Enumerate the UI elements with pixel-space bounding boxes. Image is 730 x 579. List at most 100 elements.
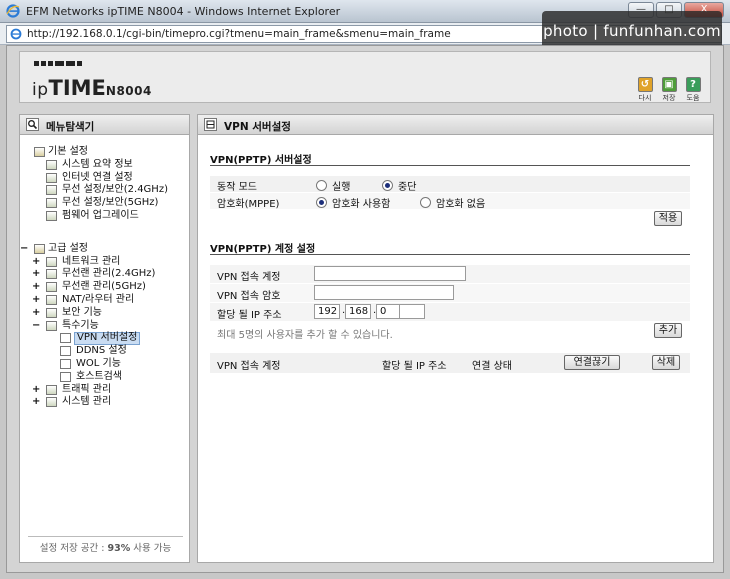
menu-explorer-header: 메뉴탐색기 [20,115,189,135]
vpn-password-input[interactable] [314,285,454,300]
page-icon [60,371,71,382]
page-icon [46,198,57,209]
expand-toggle[interactable]: + [32,384,40,397]
tree-item-network[interactable]: + 네트워크 관리 [26,256,186,269]
collapse-toggle[interactable]: − [20,243,28,256]
tree-item-special[interactable]: − 특수기능 [26,320,186,333]
folder-icon [46,294,57,305]
content-panel: VPN 서버설정 VPN(PPTP) 서버설정 동작 모드 실행 중단 암호화(… [197,114,714,563]
page-title: VPN 서버설정 [224,121,291,133]
tree-group-advanced[interactable]: − 고급 설정 [20,243,186,256]
storage-status: 설정 저장 공간 : 93% 사용 가능 [28,536,183,554]
account-password-row: VPN 접속 암호 [210,284,690,302]
page-icon [46,172,57,183]
tree-item-ddns[interactable]: DDNS 설정 [26,345,186,358]
tree-item-nat[interactable]: + NAT/라우터 관리 [26,294,186,307]
page-header: ipTIMEN8004 ↺ 다시 ▣ 저장 ? 도움 [19,51,711,103]
refresh-icon: ↺ [637,77,653,92]
account-table-header: VPN 접속 계정 할당 될 IP 주소 연결 상태 연결끊기 삭제 [210,353,690,373]
folder-icon [46,269,57,280]
page-icon [60,358,71,369]
ip-octet-1-input[interactable]: 192 [314,304,340,319]
page-icon [46,159,57,170]
refresh-button[interactable]: ↺ 다시 [636,77,654,103]
expand-toggle[interactable]: + [32,396,40,409]
collapse-toggle[interactable]: − [32,320,40,333]
assigned-ip-row: 할당 될 IP 주소 192 . 168 . 0 . [210,303,690,321]
content-header: VPN 서버설정 [198,115,713,135]
mail-folder-icon [46,384,57,395]
folder-open-icon [46,320,57,331]
expand-toggle[interactable]: + [32,281,40,294]
folder-settings-icon [34,243,45,254]
ip-octet-2-input[interactable]: 168 [345,304,371,319]
lock-folder-icon [46,307,57,318]
internet-explorer-icon [6,4,20,18]
tree-item-internet-setup[interactable]: 인터넷 연결 설정 [26,172,186,185]
account-id-row: VPN 접속 계정 [210,265,690,283]
encryption-on-radio[interactable]: 암호화 사용함 [316,195,390,210]
mode-run-radio[interactable]: 실행 [316,178,350,193]
tree-item-host-search[interactable]: 호스트검색 [26,371,186,384]
tree-item-wireless-5[interactable]: 무선 설정/보안(5GHz) [26,197,186,210]
column-connection-status: 연결 상태 [472,361,512,372]
add-button[interactable]: 추가 [654,323,682,338]
tree-group-basic[interactable]: 기본 설정 [26,146,186,159]
save-icon: ▣ [661,77,677,92]
account-section-title: VPN(PPTP) 계정 설정 [210,244,316,255]
radio-dot [316,180,327,191]
chart-folder-icon [46,397,57,408]
ip-octet-4-input[interactable] [399,304,425,319]
folder-settings-icon [34,147,45,157]
radio-dot-selected [316,197,327,208]
radio-dot-selected [382,180,393,191]
settings-page-icon [204,118,217,131]
tree-item-firmware[interactable]: 펌웨어 업그레이드 [26,210,186,223]
max-users-note: 최대 5명의 사용자를 추가 할 수 있습니다. [217,330,393,341]
tree-item-system-summary[interactable]: 시스템 요약 정보 [26,159,186,172]
tree-item-wol[interactable]: WOL 기능 [26,358,186,371]
menu-explorer-panel: 메뉴탐색기 기본 설정 시스템 요약 정보 인터넷 연결 설정 무선 설정/보안… [19,114,190,563]
tree-item-wlan-24[interactable]: + 무선랜 관리(2.4GHz) [26,268,186,281]
logo-dots [34,61,82,66]
search-icon [26,118,39,131]
tree-item-system[interactable]: + 시스템 관리 [26,396,186,409]
column-assigned-ip: 할당 될 IP 주소 [382,361,447,372]
divider [210,165,690,166]
menu-tree: 기본 설정 시스템 요약 정보 인터넷 연결 설정 무선 설정/보안(2.4GH… [20,146,186,409]
page-icon [60,346,71,357]
brand-logo: ipTIMEN8004 [32,76,152,100]
page-icon [46,210,57,221]
help-button[interactable]: ? 도움 [684,77,702,103]
folder-icon [46,282,57,293]
page-icon [46,185,57,196]
divider [210,254,690,255]
page-icon [60,333,71,344]
expand-toggle[interactable]: + [32,268,40,281]
router-admin-page: ipTIMEN8004 ↺ 다시 ▣ 저장 ? 도움 메뉴탐색기 기본 설정 시… [6,45,724,573]
page-icon [10,28,22,40]
server-section-title: VPN(PPTP) 서버설정 [210,155,312,166]
folder-icon [46,256,57,267]
url-text: http://192.168.0.1/cgi-bin/timepro.cgi?t… [27,28,451,40]
tree-item-wlan-5[interactable]: + 무선랜 관리(5GHz) [26,281,186,294]
mode-row: 동작 모드 실행 중단 [210,176,690,193]
window-title: EFM Networks ipTIME N8004 - Windows Inte… [26,5,341,18]
vpn-account-input[interactable] [314,266,466,281]
expand-toggle[interactable]: + [32,307,40,320]
disconnect-button[interactable]: 연결끊기 [564,355,620,370]
mode-stop-radio[interactable]: 중단 [382,178,416,193]
apply-button[interactable]: 적용 [654,211,682,226]
expand-toggle[interactable]: + [32,256,40,269]
tree-item-vpn-server[interactable]: VPN 서버설정 [26,332,186,346]
save-button[interactable]: ▣ 저장 [660,77,678,103]
tree-item-wireless-24[interactable]: 무선 설정/보안(2.4GHz) [26,184,186,197]
encryption-off-radio[interactable]: 암호화 없음 [420,195,485,210]
column-vpn-account: VPN 접속 계정 [217,361,281,372]
encryption-row: 암호화(MPPE) 암호화 사용함 암호화 없음 [210,193,690,210]
delete-button[interactable]: 삭제 [652,355,680,370]
expand-toggle[interactable]: + [32,294,40,307]
help-icon: ? [685,77,701,92]
tree-item-security[interactable]: + 보안 기능 [26,307,186,320]
tree-item-traffic[interactable]: + 트래픽 관리 [26,384,186,397]
